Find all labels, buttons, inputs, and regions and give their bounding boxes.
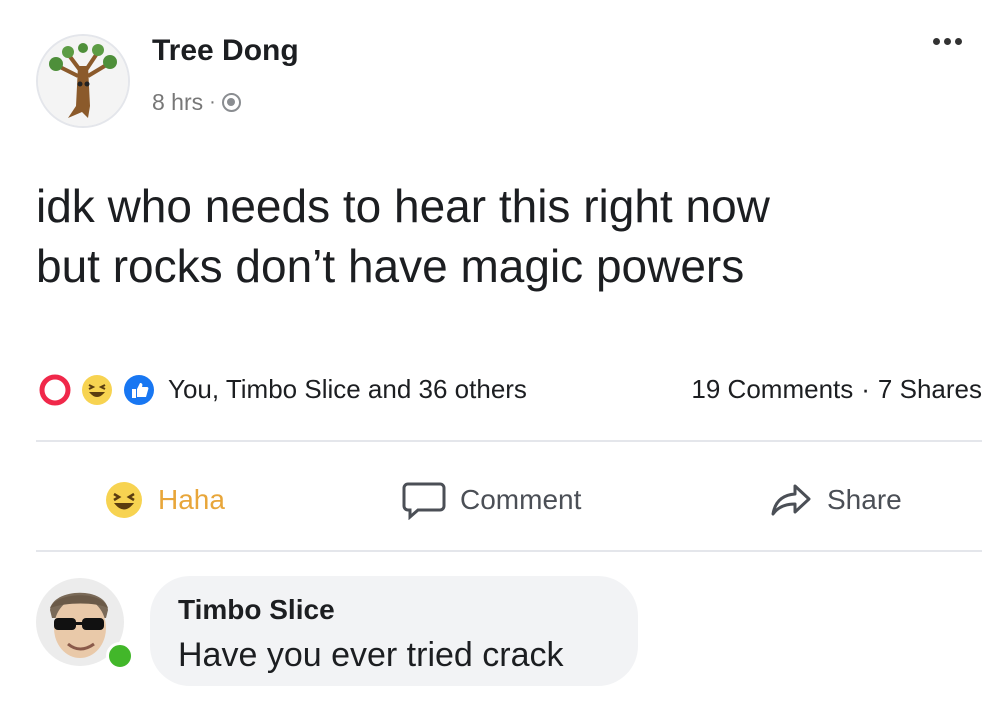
haha-icon — [106, 482, 142, 518]
reactions-summary: You, Timbo Slice and 36 others 19 Commen… — [36, 368, 982, 409]
comment: Timbo Slice Have you ever tried crack — [36, 572, 982, 692]
love-icon — [36, 371, 74, 409]
divider — [36, 440, 982, 442]
shares-count[interactable]: 7 Shares — [878, 374, 982, 404]
post-text-line: idk who needs to hear this right now — [36, 180, 770, 232]
comment-label: Comment — [460, 484, 582, 515]
engagement-counts: 19 Comments · 7 Shares — [691, 374, 982, 405]
post-header: Tree Dong 8 hrs · — [36, 26, 976, 128]
comment-bubble: Timbo Slice Have you ever tried crack — [150, 576, 638, 686]
haha-button[interactable]: Haha — [104, 470, 225, 530]
counts-separator: · — [861, 374, 870, 404]
post-text: idk who needs to hear this right now but… — [36, 176, 976, 296]
globe-icon — [221, 92, 241, 112]
commenter-name[interactable]: Timbo Slice — [178, 594, 335, 626]
more-options-icon[interactable] — [933, 38, 962, 45]
author-avatar[interactable] — [36, 34, 130, 128]
haha-icon — [78, 371, 116, 409]
comments-count[interactable]: 19 Comments — [691, 374, 853, 404]
post-meta: 8 hrs · — [152, 88, 241, 116]
meta-separator: · — [209, 90, 216, 113]
post-timestamp[interactable]: 8 hrs — [152, 89, 203, 116]
divider — [36, 550, 982, 552]
online-status-dot — [106, 642, 134, 670]
share-button[interactable]: Share — [769, 470, 902, 530]
post-text-line: but rocks don’t have magic powers — [36, 240, 745, 292]
post-author-name[interactable]: Tree Dong — [152, 34, 299, 68]
reaction-icons[interactable] — [36, 371, 164, 409]
reactors-text[interactable]: You, Timbo Slice and 36 others — [168, 374, 527, 405]
haha-label: Haha — [158, 484, 225, 515]
comment-button[interactable]: Comment — [402, 470, 581, 530]
like-icon — [120, 371, 158, 409]
action-bar: Haha Comment Share — [36, 470, 982, 530]
comment-bubble-icon — [402, 482, 446, 520]
share-arrow-icon — [771, 484, 811, 516]
comment-text: Have you ever tried crack — [178, 636, 564, 674]
tree-avatar-icon — [38, 36, 128, 126]
share-label: Share — [827, 484, 902, 515]
